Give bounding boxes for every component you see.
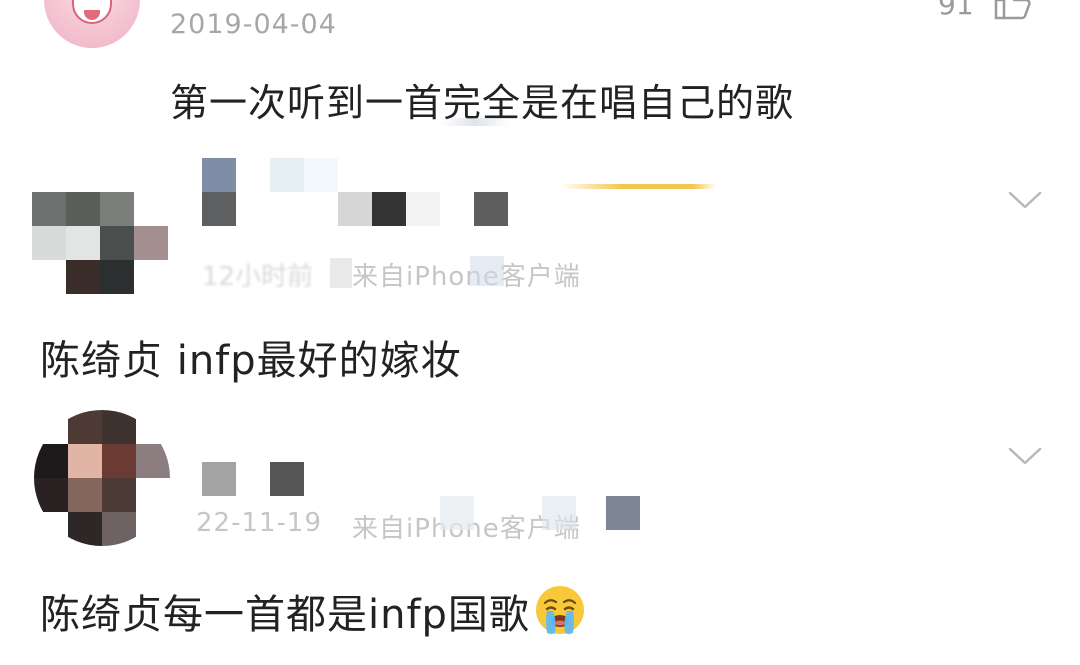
comment-time: 22-11-19 — [196, 508, 323, 538]
username-censored — [304, 158, 338, 192]
avatar[interactable] — [44, 0, 140, 48]
blur-smudge — [440, 118, 510, 126]
username-censored — [202, 158, 236, 192]
chevron-down-icon[interactable] — [1008, 446, 1042, 466]
username-censored — [372, 192, 406, 226]
username-censored — [338, 192, 372, 226]
comment-time: 12小时前 — [202, 262, 314, 292]
meta-censored — [542, 496, 576, 530]
meta-censored — [470, 256, 504, 286]
username-censored — [406, 192, 440, 226]
comment-feed: 2019-04-04 91 第一次听到一首完全是在唱自己的歌 12小时前 来自i… — [0, 0, 1080, 665]
avatar-censored[interactable] — [32, 192, 168, 294]
username-censored — [270, 462, 304, 496]
comment-text: 陈绮贞每一首都是infp国歌 — [40, 592, 530, 638]
comment-source: 来自iPhone客户端 — [352, 262, 581, 292]
username-censored — [202, 192, 236, 226]
member-badge-line — [560, 184, 716, 189]
loudly-crying-face-emoji — [535, 586, 584, 634]
avatar-censored[interactable] — [34, 410, 170, 546]
chevron-down-icon[interactable] — [1008, 190, 1042, 210]
meta-censored — [330, 258, 352, 288]
comment-text-row: 陈绮贞每一首都是infp国歌 — [40, 582, 586, 640]
comment-text: 陈绮贞 infp最好的嫁妆 — [40, 338, 462, 384]
username-censored — [202, 462, 236, 496]
meta-censored — [606, 496, 640, 530]
username-censored — [270, 158, 304, 192]
comment-date: 2019-04-04 — [170, 9, 337, 40]
thumbs-up-icon[interactable] — [992, 0, 1034, 20]
like-count: 91 — [938, 0, 974, 21]
meta-censored — [440, 496, 474, 530]
username-censored — [474, 192, 508, 226]
